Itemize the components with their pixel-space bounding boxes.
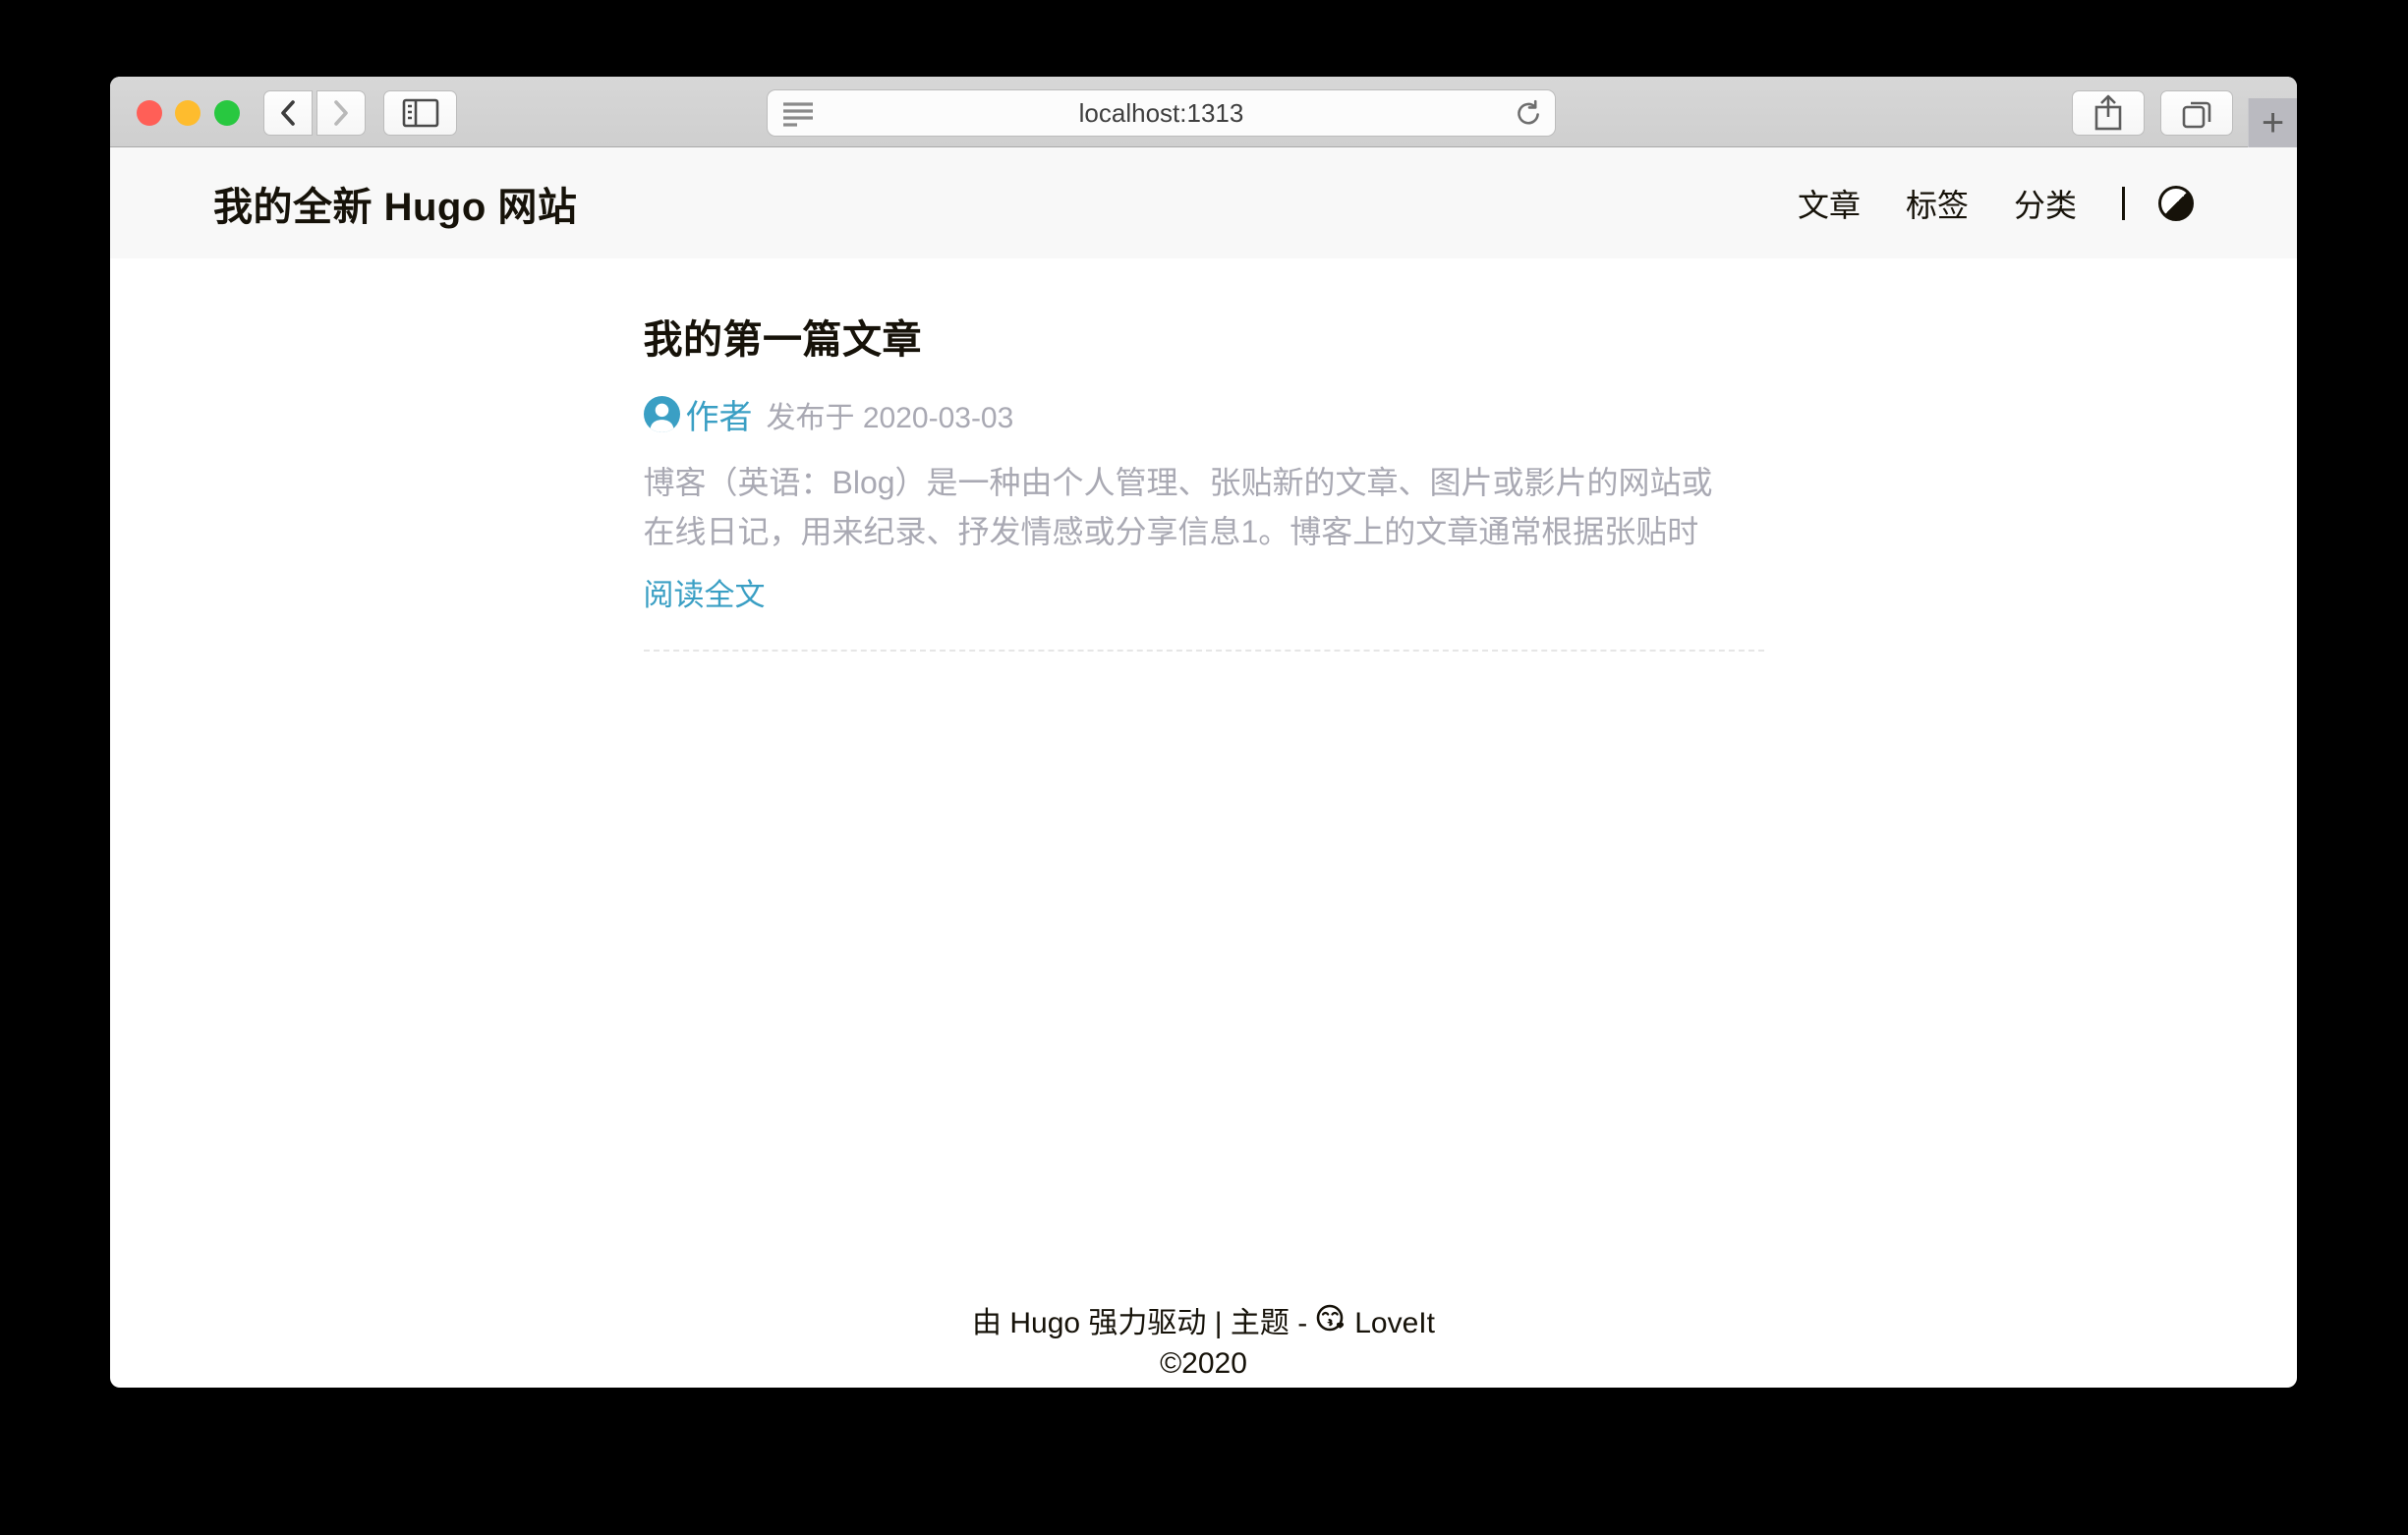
post-meta: 作者 发布于 2020-03-03	[644, 390, 1764, 438]
nav-item-categories[interactable]: 分类	[2014, 181, 2077, 226]
read-more-link[interactable]: 阅读全文	[644, 570, 766, 614]
sidebar-toggle-button[interactable]	[383, 90, 457, 136]
new-tab-button[interactable]: +	[2248, 98, 2297, 147]
forward-button[interactable]	[316, 90, 366, 136]
tab-overview-button[interactable]	[2160, 90, 2233, 136]
publish-prefix: 发布于	[767, 402, 855, 434]
nav-item-posts[interactable]: 文章	[1798, 181, 1861, 226]
site-nav: 文章 标签 分类	[1752, 181, 2194, 226]
url-text: localhost:1313	[1079, 98, 1244, 129]
safari-window: localhost:1313 + 我的全新 Hugo 网站	[110, 77, 2297, 1388]
kiss-face-icon	[1315, 1302, 1347, 1344]
browser-toolbar: localhost:1313 +	[110, 77, 2297, 147]
main-content: 我的第一篇文章 作者 发布于 2020-03-03 博客（英语：Blog）	[644, 258, 1764, 652]
site-header: 我的全新 Hugo 网站 文章 标签 分类	[110, 147, 2297, 258]
chevron-right-icon	[330, 98, 352, 128]
footer-powered-line: 由 Hugo 强力驱动 | 主题 - LoveIt	[110, 1302, 2297, 1344]
minimize-window-button[interactable]	[175, 100, 201, 126]
zoom-window-button[interactable]	[214, 100, 240, 126]
theme-link[interactable]: LoveIt	[1354, 1304, 1435, 1343]
address-bar[interactable]: localhost:1313	[767, 89, 1556, 137]
theme-toggle-icon[interactable]	[2158, 186, 2194, 221]
nav-item-tags[interactable]: 标签	[1906, 181, 1969, 226]
reload-button[interactable]	[1514, 99, 1543, 134]
powered-text: 由 Hugo 强力驱动 | 主题 -	[972, 1304, 1307, 1343]
author-link[interactable]: 作者	[686, 390, 753, 438]
post-title[interactable]: 我的第一篇文章	[644, 308, 1764, 365]
tabs-icon	[2179, 95, 2214, 131]
share-icon	[2092, 93, 2125, 133]
user-circle-icon	[644, 396, 680, 432]
summary-line: 在线日记，用来纪录、抒发情感或分享信息1。博客上的文章通常根据张贴时	[644, 507, 1764, 556]
desktop: { "browser": { "url": "localhost:1313", …	[0, 0, 2408, 1535]
back-button[interactable]	[263, 90, 313, 136]
footer-copyright: ©2020	[110, 1344, 2297, 1384]
post-summary: 博客（英语：Blog）是一种由个人管理、张贴新的文章、图片或影片的网站或 在线日…	[644, 458, 1764, 556]
post-divider	[644, 650, 1764, 652]
close-window-button[interactable]	[137, 100, 162, 126]
publish-info: 发布于 2020-03-03	[767, 393, 1014, 436]
reader-view-icon[interactable]	[781, 99, 815, 134]
nav-divider	[2122, 187, 2125, 220]
sidebar-icon	[402, 98, 439, 128]
site-title[interactable]: 我的全新 Hugo 网站	[213, 175, 577, 232]
share-button[interactable]	[2072, 90, 2145, 136]
summary-line: 博客（英语：Blog）是一种由个人管理、张贴新的文章、图片或影片的网站或	[644, 458, 1764, 507]
chevron-left-icon	[277, 98, 299, 128]
site-footer: 由 Hugo 强力驱动 | 主题 - LoveIt ©2020	[110, 1302, 2297, 1384]
post-summary-card: 我的第一篇文章 作者 发布于 2020-03-03 博客（英语：Blog）	[644, 308, 1764, 652]
publish-date: 2020-03-03	[863, 402, 1013, 434]
